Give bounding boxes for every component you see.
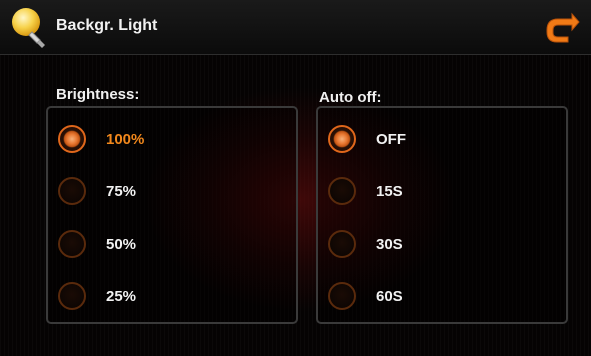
auto-off-option-off[interactable]: OFF	[318, 119, 566, 163]
radio-button[interactable]	[328, 282, 356, 310]
auto-off-option-15s[interactable]: 15S	[318, 171, 566, 215]
auto-off-panel: OFF 15S 30S 60S	[316, 106, 568, 324]
back-arrow-icon[interactable]	[544, 10, 580, 44]
brightness-label: Brightness:	[56, 86, 140, 103]
radio-button[interactable]	[58, 125, 86, 153]
option-label: 60S	[376, 288, 403, 305]
brightness-panel: 100% 75% 50% 25%	[46, 106, 298, 324]
option-label: 15S	[376, 183, 403, 200]
radio-button[interactable]	[328, 125, 356, 153]
option-label: 75%	[106, 183, 137, 200]
auto-off-option-30s[interactable]: 30S	[318, 224, 566, 268]
auto-off-option-60s[interactable]: 60S	[318, 276, 566, 320]
option-label: 25%	[106, 288, 137, 305]
brightness-option-75[interactable]: 75%	[48, 171, 296, 215]
brightness-option-100[interactable]: 100%	[48, 119, 296, 163]
page-title: Backgr. Light	[56, 17, 158, 34]
option-label: 30S	[376, 236, 403, 253]
option-label: 100%	[106, 131, 145, 148]
radio-button[interactable]	[58, 230, 86, 258]
radio-button[interactable]	[58, 282, 86, 310]
option-label: OFF	[376, 131, 406, 148]
auto-off-label: Auto off:	[319, 89, 382, 106]
header-bar: Backgr. Light	[0, 0, 591, 55]
radio-button[interactable]	[328, 177, 356, 205]
radio-button[interactable]	[328, 230, 356, 258]
backlight-settings-screen: Backgr. Light Brightness: Auto off: 100%…	[0, 0, 591, 356]
radio-button[interactable]	[58, 177, 86, 205]
brightness-option-50[interactable]: 50%	[48, 224, 296, 268]
option-label: 50%	[106, 236, 137, 253]
bulb-icon	[12, 8, 45, 48]
brightness-option-25[interactable]: 25%	[48, 276, 296, 320]
